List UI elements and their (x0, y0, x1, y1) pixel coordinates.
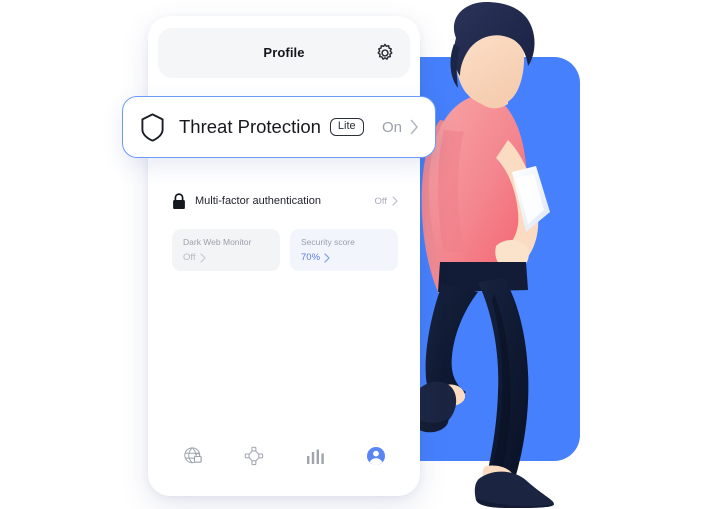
card-dark-web-monitor[interactable]: Dark Web Monitor Off (172, 229, 280, 271)
chevron-right-icon (199, 252, 206, 263)
chevron-right-icon (410, 119, 418, 135)
card-security-score[interactable]: Security score 70% (290, 229, 398, 271)
phone-mockup: Profile Multi-factor authentication Off (148, 16, 420, 496)
list-item-label: Multi-factor authentication (195, 195, 321, 207)
card-value: 70% (301, 252, 321, 263)
card-value: Off (183, 252, 196, 263)
bottom-navigation-bar (148, 434, 420, 478)
nav-item-stats[interactable] (300, 441, 330, 471)
threat-protection-card[interactable]: Threat Protection Lite On (122, 96, 436, 158)
lock-icon (173, 192, 185, 209)
chevron-right-icon (392, 196, 398, 206)
card-value-row: 70% (301, 252, 387, 263)
bar-chart-icon (306, 449, 324, 464)
illustration-scene: Profile Multi-factor authentication Off (0, 0, 710, 509)
shield-icon (141, 112, 164, 142)
mesh-network-icon (244, 446, 263, 466)
threat-protection-title: Threat Protection (179, 116, 321, 137)
mini-card-group: Dark Web Monitor Off Security score 70% (172, 229, 398, 271)
gear-icon[interactable] (374, 42, 396, 64)
list-item-multi-factor-authentication[interactable]: Multi-factor authentication Off (172, 186, 398, 216)
card-title: Dark Web Monitor (183, 237, 252, 247)
threat-protection-state: On (381, 118, 402, 136)
nav-item-mesh-network[interactable] (239, 441, 269, 471)
card-title: Security score (301, 237, 355, 247)
profile-avatar-icon (366, 447, 385, 466)
chevron-right-icon (324, 252, 330, 263)
status-badge: Lite (329, 118, 364, 136)
page-title: Profile (263, 45, 305, 60)
card-value-row: Off (183, 252, 269, 263)
nav-item-vpn[interactable] (178, 441, 208, 471)
list-item-state: Off (374, 195, 388, 207)
nav-item-profile[interactable] (361, 441, 391, 471)
globe-lock-icon (183, 447, 202, 464)
phone-header: Profile (158, 28, 410, 78)
